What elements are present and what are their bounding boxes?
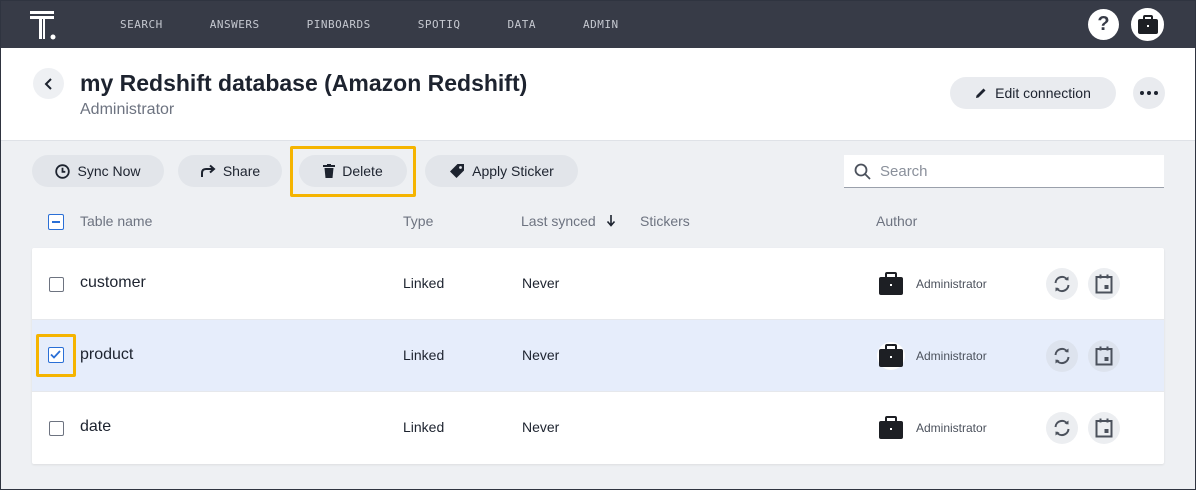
back-button[interactable] [33, 68, 64, 99]
share-arrow-icon [200, 164, 216, 177]
tables-list: customer Linked Never Administrator prod… [32, 248, 1164, 464]
pencil-icon [976, 88, 986, 98]
schedule-button[interactable] [1088, 412, 1120, 444]
briefcase-icon [879, 344, 903, 367]
row-author: Administrator [916, 421, 987, 435]
nav-search[interactable]: SEARCH [120, 18, 163, 31]
sort-arrow-down-icon [606, 215, 615, 227]
column-header-table-name[interactable]: Table name [80, 213, 152, 229]
search-field[interactable] [844, 155, 1164, 188]
row-table-name[interactable]: customer [80, 274, 146, 292]
select-all-checkbox[interactable] [48, 214, 64, 230]
apply-sticker-label: Apply Sticker [472, 163, 554, 179]
top-nav-bar: SEARCH ANSWERS PINBOARDS SPOTIQ DATA ADM… [0, 0, 1196, 48]
search-icon [854, 163, 871, 180]
briefcase-icon [879, 272, 903, 295]
clock-icon [55, 163, 71, 179]
briefcase-icon [879, 416, 903, 439]
column-header-stickers[interactable]: Stickers [640, 213, 690, 229]
row-author: Administrator [916, 277, 987, 291]
main-nav: SEARCH ANSWERS PINBOARDS SPOTIQ DATA ADM… [120, 0, 666, 48]
nav-data[interactable]: DATA [507, 18, 536, 31]
calendar-icon [1095, 346, 1113, 366]
briefcase-icon [1137, 14, 1158, 34]
author-avatar [877, 270, 905, 298]
author-avatar [877, 342, 905, 370]
sync-now-button[interactable]: Sync Now [32, 155, 164, 187]
share-label: Share [222, 163, 261, 179]
more-options-button[interactable] [1133, 77, 1165, 109]
sync-table-button[interactable] [1046, 340, 1078, 372]
row-type: Linked [403, 419, 445, 435]
row-last-synced: Never [522, 275, 560, 291]
last-synced-label: Last synced [521, 213, 596, 229]
sync-table-button[interactable] [1046, 268, 1078, 300]
row-checkbox[interactable] [49, 421, 64, 436]
column-header-type[interactable]: Type [403, 213, 433, 229]
chevron-left-icon [44, 77, 52, 90]
row-author: Administrator [916, 349, 987, 363]
page-header: my Redshift database (Amazon Redshift) A… [1, 48, 1195, 141]
nav-admin[interactable]: ADMIN [583, 18, 619, 31]
page-subtitle: Administrator [80, 101, 175, 118]
row-table-name[interactable]: date [80, 418, 111, 436]
refresh-icon [1054, 347, 1070, 365]
column-header-author[interactable]: Author [876, 213, 917, 229]
row-checkbox-checked[interactable] [48, 347, 64, 363]
refresh-icon [1054, 275, 1070, 293]
row-type: Linked [403, 275, 445, 291]
edit-connection-label: Edit connection [995, 85, 1091, 101]
column-header-last-synced[interactable]: Last synced [521, 213, 616, 229]
checkmark-icon [50, 350, 61, 359]
help-button[interactable]: ? [1088, 9, 1119, 40]
table-row[interactable]: customer Linked Never Administrator [32, 248, 1164, 320]
trash-icon [323, 164, 336, 178]
search-input[interactable] [880, 162, 1140, 180]
row-type: Linked [403, 347, 445, 363]
calendar-icon [1095, 418, 1113, 438]
calendar-icon [1095, 274, 1113, 294]
more-horizontal-icon [1140, 91, 1158, 95]
delete-button[interactable]: Delete [299, 155, 407, 187]
sync-table-button[interactable] [1046, 412, 1078, 444]
schedule-button[interactable] [1088, 340, 1120, 372]
share-button[interactable]: Share [178, 155, 282, 187]
schedule-button[interactable] [1088, 268, 1120, 300]
edit-connection-button[interactable]: Edit connection [950, 77, 1116, 109]
thoughtspot-logo-icon[interactable] [28, 9, 60, 41]
table-row[interactable]: date Linked Never Administrator [32, 392, 1164, 464]
page-title: my Redshift database (Amazon Redshift) [80, 70, 528, 96]
refresh-icon [1054, 419, 1070, 437]
row-last-synced: Never [522, 419, 560, 435]
row-last-synced: Never [522, 347, 560, 363]
row-table-name[interactable]: product [80, 346, 133, 364]
row-checkbox[interactable] [49, 277, 64, 292]
tag-icon [450, 164, 465, 178]
nav-answers[interactable]: ANSWERS [210, 18, 260, 31]
sync-now-label: Sync Now [77, 163, 141, 179]
nav-pinboards[interactable]: PINBOARDS [307, 18, 371, 31]
delete-label: Delete [342, 163, 383, 179]
author-avatar [877, 414, 905, 442]
apply-sticker-button[interactable]: Apply Sticker [425, 155, 578, 187]
table-row[interactable]: product Linked Never Administrator [32, 320, 1164, 392]
nav-spotiq[interactable]: SPOTIQ [418, 18, 461, 31]
user-avatar-button[interactable] [1131, 8, 1164, 41]
